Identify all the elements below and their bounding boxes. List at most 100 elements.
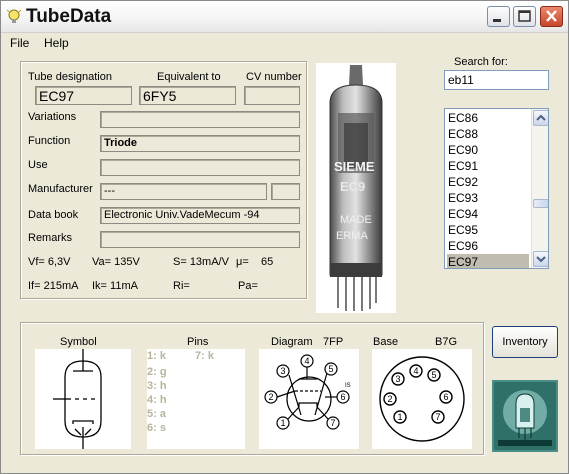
pin-item: 1: k [147,350,166,362]
svg-text:3: 3 [396,374,401,384]
list-item-selected[interactable]: EC97 [447,254,529,268]
title-bar[interactable]: TubeData [1,1,568,33]
pin-diagram: 4 3 2 1 7 6 5 IS [259,349,359,449]
svg-text:2: 2 [269,392,274,402]
use-label: Use [28,159,48,171]
pins-list: 1: k 7: k 2: g 3: h 4: h 5: a 6: s [147,349,245,449]
manufacturer-label: Manufacturer [28,183,93,195]
scroll-down-button[interactable] [533,251,548,267]
data-book-label: Data book [28,209,79,221]
triode-symbol [35,349,131,449]
window-title: TubeData [26,6,112,27]
diagram-label: Diagram [271,336,313,348]
scroll-thumb[interactable] [533,199,548,208]
symbol-label: Symbol [60,336,97,348]
tube-logo-icon [494,382,556,450]
cv-number-label: CV number [246,71,302,83]
close-icon [546,10,557,22]
maximize-icon [518,10,531,22]
variations-label: Variations [28,111,77,123]
svg-text:4: 4 [414,366,419,376]
ik-value: Ik= 11mA [92,280,138,292]
photo-type-text: EC9 [340,179,365,194]
list-item[interactable]: EC93 [447,190,529,206]
chevron-down-icon [536,256,546,263]
svg-text:2: 2 [388,394,393,404]
pins-label: Pins [187,336,209,348]
svg-text:5: 5 [329,364,334,374]
ri-value: Ri= [173,280,190,292]
manufacturer-code-field[interactable] [271,183,300,200]
svg-text:1: 1 [398,412,403,422]
mu-value: 65 [261,256,274,268]
scroll-up-button[interactable] [533,110,548,126]
search-input[interactable]: eb11 [444,70,549,90]
equivalent-label: Equivalent to [157,71,221,83]
use-field[interactable] [100,159,300,176]
svg-text:6: 6 [341,392,346,402]
pin-item: 6: s [147,422,166,434]
app-logo [492,380,558,452]
base-label: Base [373,336,399,348]
va-value: Va= 135V [92,256,140,268]
svg-text:7: 7 [436,412,441,422]
function-label: Function [28,135,71,147]
pin-item: 2: g [147,366,167,378]
remarks-label: Remarks [28,232,73,244]
pin-item: 3: h [147,380,167,392]
mu-label: μ= [236,256,249,268]
list-item[interactable]: EC94 [447,206,529,222]
list-item[interactable]: EC88 [447,126,529,142]
list-item[interactable]: EC95 [447,222,529,238]
chevron-up-icon [536,114,546,121]
menu-help[interactable]: Help [44,36,69,50]
designation-label: Tube designation [28,71,112,83]
maximize-button[interactable] [513,6,536,27]
tube-list[interactable]: EC86 EC88 EC90 EC91 EC92 EC93 EC94 EC95 … [444,108,549,269]
search-label: Search for: [454,56,508,68]
menu-bar: File Help [1,34,568,52]
base-code: B7G [435,336,458,348]
photo-made-text: MADE [340,214,372,226]
inventory-button[interactable]: Inventory [492,326,558,358]
photo-germany-text: ERMA [336,230,368,242]
menu-file[interactable]: File [10,36,29,50]
list-scrollbar[interactable] [531,109,548,268]
bulb-icon [6,9,22,23]
pin-item: 5: a [147,408,166,420]
tube-photo: SIEME EC9 MADE ERMA [316,63,396,313]
base-diagram: 4 5 3 2 1 6 7 [372,349,472,449]
svg-text:3: 3 [281,366,286,376]
list-item[interactable]: EC86 [447,110,529,126]
cv-number-field[interactable] [244,86,300,105]
equivalent-field[interactable]: 6FY5 [139,86,236,105]
manufacturer-field[interactable]: --- [100,183,267,200]
variations-field[interactable] [100,111,300,128]
app-window: TubeData File Help Tube designation Equi… [0,0,569,474]
vf-value: Vf= 6,3V [28,256,71,268]
if-value: If= 215mA [28,280,79,292]
list-item[interactable]: EC90 [447,142,529,158]
data-book-field[interactable]: Electronic Univ.VadeMecum -94 [100,207,300,224]
designation-field[interactable]: EC97 [35,86,132,105]
svg-text:1: 1 [281,418,286,428]
diagram-code: 7FP [323,336,344,348]
svg-text:7: 7 [331,418,336,428]
remarks-field[interactable] [100,231,300,248]
list-item[interactable]: EC91 [447,158,529,174]
svg-text:6: 6 [444,392,449,402]
svg-text:4: 4 [305,356,310,366]
photo-brand-text: SIEME [334,159,375,174]
minimize-icon [493,19,501,22]
s-value: S= 13mA/V [173,256,229,268]
function-field[interactable]: Triode [100,135,300,152]
list-item[interactable]: EC92 [447,174,529,190]
minimize-button[interactable] [487,6,510,27]
list-item[interactable]: EC96 [447,238,529,254]
pin-item: 7: k [195,350,214,362]
svg-text:IS: IS [345,383,351,389]
svg-text:5: 5 [432,370,437,380]
pa-value: Pa= [238,280,258,292]
pin-item: 4: h [147,394,167,406]
close-button[interactable] [540,6,563,27]
